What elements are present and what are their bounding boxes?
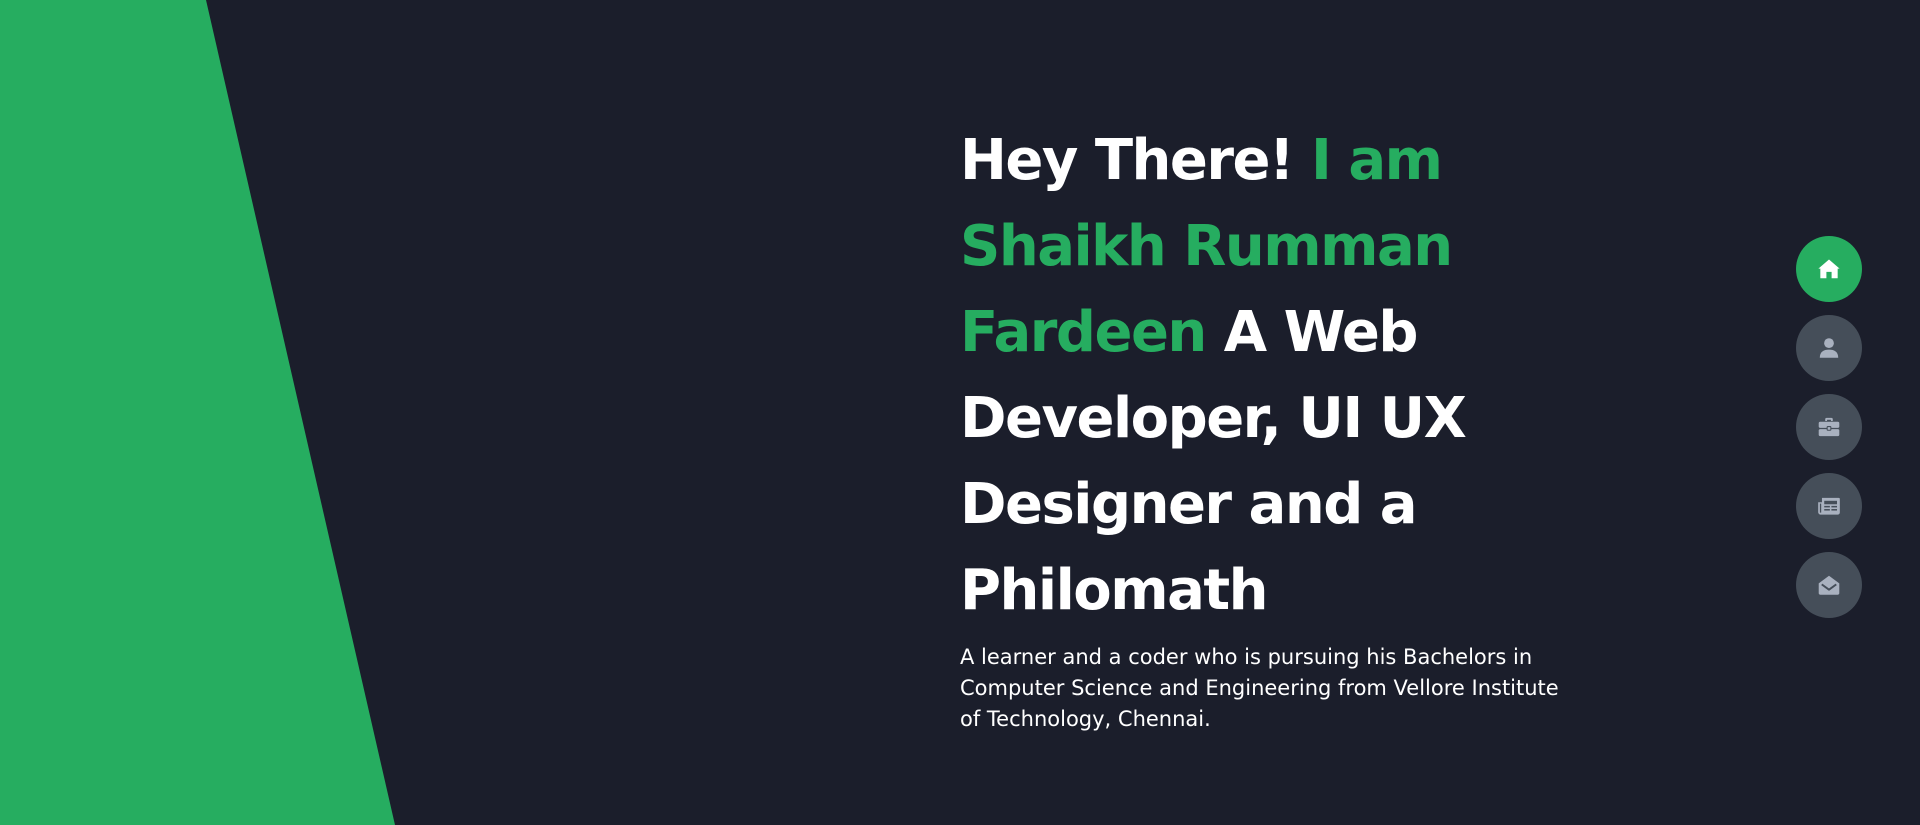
nav-portfolio-button[interactable] — [1796, 394, 1862, 460]
green-diagonal-shape — [0, 0, 395, 825]
envelope-open-icon — [1818, 575, 1840, 595]
newspaper-icon — [1818, 497, 1840, 515]
nav-home-button[interactable] — [1796, 236, 1862, 302]
hero-description: A learner and a coder who is pursuing hi… — [960, 645, 1559, 731]
hero-headline: Hey There! I am Shaikh Rumman Fardeen A … — [960, 118, 1580, 634]
home-page: Hey There! I am Shaikh Rumman Fardeen A … — [0, 0, 1920, 825]
briefcase-icon — [1818, 417, 1840, 437]
user-icon — [1819, 338, 1839, 358]
greeting-text: Hey There! — [960, 128, 1295, 193]
nav-about-button[interactable] — [1796, 315, 1862, 381]
nav-contact-button[interactable] — [1796, 552, 1862, 618]
home-icon — [1818, 259, 1840, 279]
hero-section: Hey There! I am Shaikh Rumman Fardeen A … — [960, 118, 1580, 735]
nav-blog-button[interactable] — [1796, 473, 1862, 539]
intro-prefix-text: I am — [1293, 128, 1443, 193]
side-navigation — [1796, 236, 1862, 618]
